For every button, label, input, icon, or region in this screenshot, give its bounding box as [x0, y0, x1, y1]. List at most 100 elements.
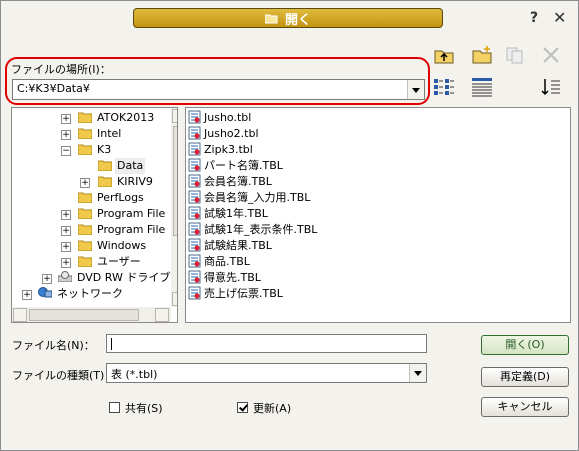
file-item[interactable]: パート名簿.TBL: [188, 158, 283, 174]
table-file-icon: [188, 206, 201, 220]
file-item[interactable]: 会員名簿_入力用.TBL: [188, 190, 310, 206]
file-name: 商品.TBL: [204, 255, 250, 268]
file-item[interactable]: 試験1年.TBL: [188, 206, 268, 222]
expand-icon[interactable]: +: [22, 290, 32, 300]
collapse-icon[interactable]: −: [61, 146, 71, 156]
up-one-level-icon[interactable]: [433, 45, 455, 65]
update-label: 更新(A): [253, 402, 292, 415]
filetype-value: 表 (*.tbl): [111, 368, 158, 381]
expand-icon[interactable]: +: [80, 178, 90, 188]
expand-icon[interactable]: +: [61, 114, 71, 124]
tree-item-users[interactable]: + ユーザー: [12, 254, 171, 270]
details-view-icon[interactable]: [471, 77, 493, 97]
new-folder-icon[interactable]: [471, 45, 493, 65]
chevron-down-icon[interactable]: [409, 364, 426, 382]
shared-checkbox[interactable]: [109, 402, 120, 413]
filetype-select[interactable]: 表 (*.tbl): [106, 363, 427, 383]
file-item[interactable]: 試験1年_表示条件.TBL: [188, 222, 317, 238]
open-button[interactable]: 開く(O): [481, 335, 569, 355]
location-label: ファイルの場所(I)：: [11, 63, 111, 76]
help-button[interactable]: ?: [530, 10, 538, 26]
chevron-down-icon[interactable]: [407, 80, 424, 99]
file-name: 売上げ伝票.TBL: [204, 287, 283, 300]
tree-item-k3[interactable]: − K3: [12, 142, 171, 158]
file-name: パート名簿.TBL: [204, 159, 283, 172]
tree-item-data[interactable]: Data: [12, 158, 171, 174]
scroll-thumb[interactable]: [173, 126, 177, 236]
table-file-icon: [188, 190, 201, 204]
file-name: 会員名簿_入力用.TBL: [204, 191, 311, 204]
file-list[interactable]: Jusho.tbl Jusho2.tbl Zipk3.tbl パート名簿.TBL…: [185, 107, 571, 323]
file-item[interactable]: 試験結果.TBL: [188, 238, 272, 254]
file-name: 会員名簿.TBL: [204, 175, 272, 188]
location-combobox[interactable]: C:¥K3¥Data¥: [12, 79, 425, 100]
network-icon: [38, 287, 52, 298]
table-file-icon: [188, 142, 201, 156]
tree-label: Program File: [97, 207, 166, 220]
scroll-down-button[interactable]: [172, 292, 177, 306]
expand-icon[interactable]: +: [61, 258, 71, 268]
cancel-button[interactable]: キャンセル: [481, 397, 569, 417]
file-item[interactable]: 会員名簿.TBL: [188, 174, 272, 190]
title-bar: 開く ? ✕: [1, 1, 578, 33]
open-folder-icon: [264, 14, 278, 23]
redefine-button[interactable]: 再定義(D): [481, 367, 569, 387]
file-item[interactable]: 売上げ伝票.TBL: [188, 286, 283, 302]
expand-icon[interactable]: +: [61, 242, 71, 252]
window-title: 開く: [284, 12, 311, 28]
file-item[interactable]: Jusho2.tbl: [188, 126, 259, 142]
file-name: 得意先.TBL: [204, 271, 261, 284]
expand-icon[interactable]: +: [61, 226, 71, 236]
folder-icon: [78, 192, 92, 203]
tree-item-intel[interactable]: + Intel: [12, 126, 171, 142]
folder-tree[interactable]: + ATOK2013 + Intel − K3 Data + KIRIV9 Pe…: [11, 107, 178, 323]
expand-icon[interactable]: +: [61, 130, 71, 140]
dvd-drive-icon: [58, 271, 72, 282]
tree-label: KIRIV9: [117, 175, 153, 188]
copy-icon[interactable]: [504, 45, 526, 65]
open-folder-icon: [78, 144, 92, 155]
file-item[interactable]: 得意先.TBL: [188, 270, 261, 286]
location-value: C:¥K3¥Data¥: [17, 82, 90, 95]
file-item[interactable]: 商品.TBL: [188, 254, 250, 270]
close-button[interactable]: ✕: [553, 8, 566, 27]
update-checkbox[interactable]: [237, 402, 248, 413]
sort-icon[interactable]: [540, 77, 562, 97]
tree-label: ATOK2013: [97, 111, 155, 124]
tree-label: K3: [97, 143, 112, 156]
scroll-thumb[interactable]: [29, 309, 139, 321]
table-file-icon: [188, 158, 201, 172]
table-file-icon: [188, 254, 201, 268]
file-name: Jusho.tbl: [204, 111, 252, 124]
table-file-icon: [188, 238, 201, 252]
folder-icon: [98, 176, 112, 187]
filetype-label: ファイルの種類(T)：: [12, 369, 116, 382]
scroll-right-button[interactable]: [155, 308, 169, 322]
tree-label: Windows: [97, 239, 147, 252]
expand-icon[interactable]: +: [42, 274, 52, 284]
tree-item-network[interactable]: + ネットワーク: [12, 286, 171, 302]
list-view-icon[interactable]: [433, 77, 455, 97]
table-file-icon: [188, 174, 201, 188]
folder-icon: [78, 208, 92, 219]
expand-icon[interactable]: +: [61, 210, 71, 220]
tree-item-kiriv9[interactable]: + KIRIV9: [12, 174, 171, 190]
tree-item-atok2013[interactable]: + ATOK2013: [12, 110, 171, 126]
filename-input[interactable]: [106, 334, 427, 353]
tree-item-windows[interactable]: + Windows: [12, 238, 171, 254]
tree-horizontal-scrollbar[interactable]: [12, 307, 171, 322]
tree-item-dvd-drive[interactable]: + DVD RW ドライブ: [12, 270, 171, 286]
file-item[interactable]: Jusho.tbl: [188, 110, 251, 126]
scroll-left-button[interactable]: [13, 308, 27, 322]
tree-vertical-scrollbar[interactable]: [171, 108, 177, 307]
tree-item-perflogs[interactable]: PerfLogs: [12, 190, 171, 206]
scroll-up-button[interactable]: [172, 109, 177, 123]
tree-item-program-files[interactable]: + Program File: [12, 206, 171, 222]
delete-icon[interactable]: [540, 45, 562, 65]
tree-item-program-files-x86[interactable]: + Program File: [12, 222, 171, 238]
file-name: 試験結果.TBL: [204, 239, 272, 252]
folder-icon: [78, 224, 92, 235]
tree-label: ネットワーク: [57, 287, 123, 300]
file-item[interactable]: Zipk3.tbl: [188, 142, 253, 158]
table-file-icon: [188, 110, 201, 124]
